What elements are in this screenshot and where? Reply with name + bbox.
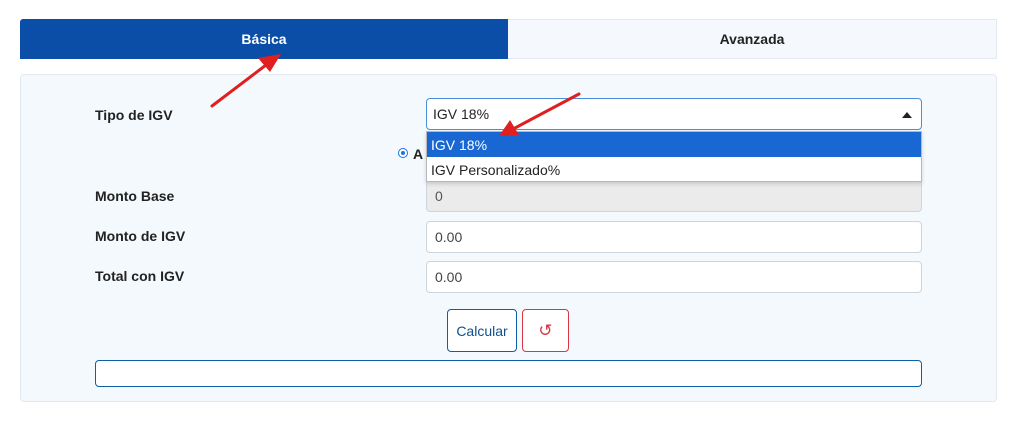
tab-avanzada[interactable]: Avanzada [508,19,997,59]
reset-button[interactable]: ↺ [522,309,569,352]
tab-basica[interactable]: Básica [20,19,508,59]
result-box [95,360,922,387]
igv-type-label: Tipo de IGV [95,107,173,123]
igv-amount-label: Monto de IGV [95,228,186,244]
caret-up-icon [902,112,912,118]
igv-amount-field[interactable]: 0.00 [426,221,922,253]
tab-bar: Básica Avanzada [20,19,997,59]
base-amount-field: 0 [426,180,922,212]
igv-type-dropdown: IGV 18% IGV Personalizado% [426,131,922,182]
calculate-button[interactable]: Calcular [447,309,517,352]
total-label: Total con IGV [95,268,185,284]
option-igv-18[interactable]: IGV 18% [427,132,921,157]
reset-icon: ↺ [538,320,553,340]
total-field[interactable]: 0.00 [426,261,922,293]
base-amount-label: Monto Base [95,188,175,204]
option-igv-personalizado[interactable]: IGV Personalizado% [427,157,921,182]
igv-type-selected-value: IGV 18% [433,106,490,122]
radio-button[interactable] [398,148,408,158]
igv-type-select[interactable]: IGV 18% [426,98,922,130]
radio-label: A [413,146,424,162]
